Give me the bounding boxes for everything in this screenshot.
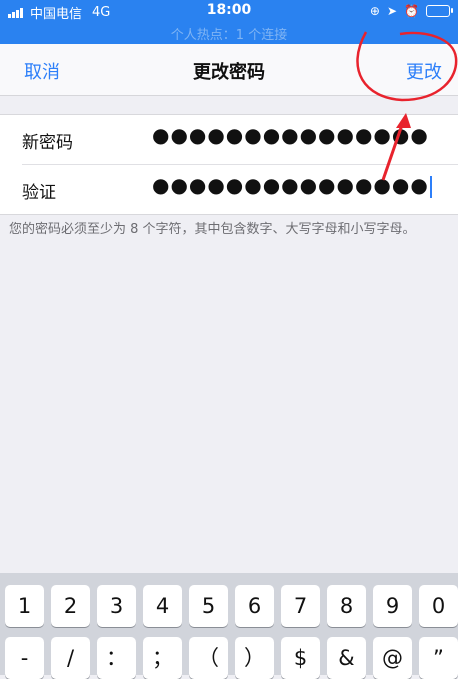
key-row2-1[interactable]: / (51, 637, 90, 679)
location-icon: ➤ (386, 4, 398, 18)
alarm-icon: ⏰ (404, 4, 419, 18)
status-bar-row: 中国电信 4G 18:00 ⊕ ➤ ⏰ (0, 0, 458, 22)
key-row1-0[interactable]: 1 (5, 585, 44, 627)
verify-label: 验证 (22, 183, 56, 203)
key-row1-5[interactable]: 6 (235, 585, 274, 627)
new-password-field[interactable]: ●●●●●●●●●●●●●●● (152, 123, 429, 147)
key-row1-2[interactable]: 3 (97, 585, 136, 627)
password-hint: 您的密码必须至少为 8 个字符，其中包含数字、大写字母和小写字母。 (9, 222, 416, 237)
key-row2-7[interactable]: & (327, 637, 366, 679)
verify-password-value: ●●●●●●●●●●●●●●● (152, 173, 429, 197)
hotspot-banner[interactable]: 个人热点：1 个连接 (0, 24, 458, 43)
key-row1-9[interactable]: 0 (419, 585, 458, 627)
key-row2-2[interactable]: ： (97, 637, 136, 679)
page-title: 更改密码 (193, 62, 265, 83)
status-bar-right: ⊕ ➤ ⏰ (369, 4, 453, 18)
orientation-lock-icon: ⊕ (369, 4, 380, 18)
key-row2-6[interactable]: $ (281, 637, 320, 679)
keyboard: 1234567890 - /：；（） $ & @” (0, 573, 458, 679)
key-row2-4[interactable]: （ (189, 637, 228, 679)
password-form: 新密码 ●●●●●●●●●●●●●●● 验证 ●●●●●●●●●●●●●●● (0, 114, 458, 215)
battery-icon (426, 5, 453, 17)
key-row2-8[interactable]: @ (373, 637, 412, 679)
key-row1-3[interactable]: 4 (143, 585, 182, 627)
navigation-bar: 取消 更改密码 更改 (0, 44, 458, 96)
verify-password-row[interactable]: 验证 ●●●●●●●●●●●●●●● (0, 165, 458, 214)
key-row2-5[interactable]: ） (235, 637, 274, 679)
new-password-row[interactable]: 新密码 ●●●●●●●●●●●●●●● (0, 115, 458, 165)
verify-password-field[interactable]: ●●●●●●●●●●●●●●● (152, 173, 432, 198)
change-button[interactable]: 更改 (406, 58, 442, 84)
key-row1-8[interactable]: 9 (373, 585, 412, 627)
key-row2-0[interactable]: - (5, 637, 44, 679)
key-row1-7[interactable]: 8 (327, 585, 366, 627)
new-password-label: 新密码 (22, 133, 73, 153)
status-bar: 中国电信 4G 18:00 ⊕ ➤ ⏰ 个人热点：1 个连接 (0, 0, 458, 44)
text-cursor (429, 175, 432, 198)
key-row2-9[interactable]: ” (419, 637, 458, 679)
key-row1-1[interactable]: 2 (51, 585, 90, 627)
key-row1-4[interactable]: 5 (189, 585, 228, 627)
key-row1-6[interactable]: 7 (281, 585, 320, 627)
key-row2-3[interactable]: ； (143, 637, 182, 679)
